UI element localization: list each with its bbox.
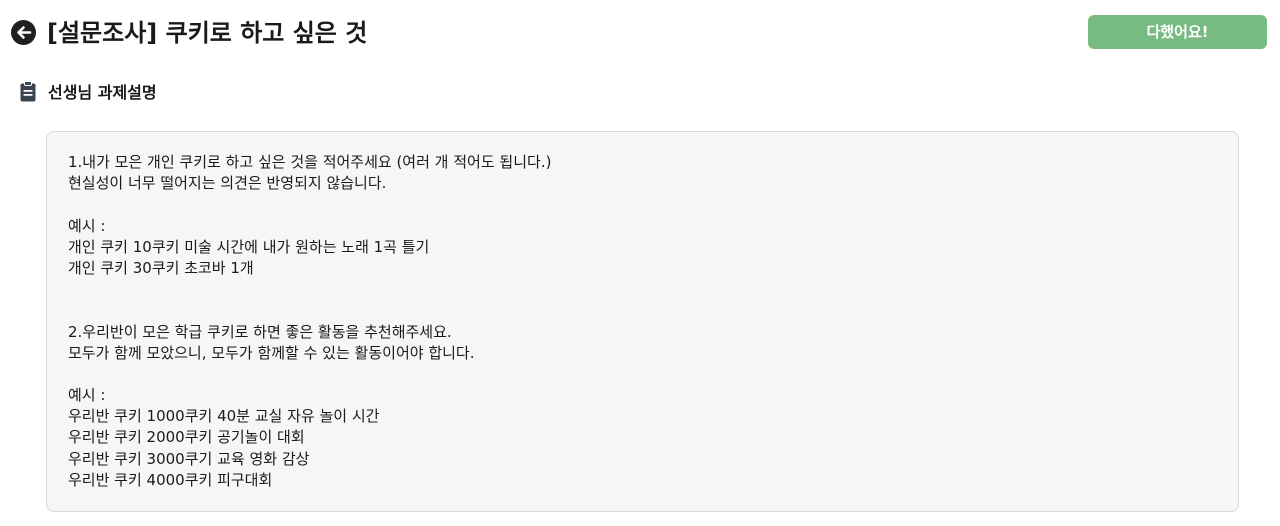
header-bar: [설문조사] 쿠키로 하고 싶은 것 다했어요! <box>0 0 1280 66</box>
description-line <box>68 279 1217 300</box>
arrow-left-circle-icon <box>17 26 32 39</box>
teacher-description-heading: 선생님 과제설명 <box>20 79 157 103</box>
back-button[interactable] <box>11 20 36 45</box>
description-line: 개인 쿠키 10쿠키 미술 시간에 내가 원하는 노래 1곡 틀기 <box>68 237 430 256</box>
done-button[interactable]: 다했어요! <box>1088 15 1267 49</box>
description-line: 우리반 쿠키 3000쿠기 교육 영화 감상 <box>68 449 310 468</box>
description-line: 예시 : <box>68 386 106 405</box>
description-line: 예시 : <box>68 216 106 235</box>
description-line: 개인 쿠키 30쿠키 초코바 1개 <box>68 258 254 277</box>
description-line: 우리반 쿠키 4000쿠키 피구대회 <box>68 470 273 489</box>
description-line: 모두가 함께 모았으니, 모두가 함께할 수 있는 활동이어야 합니다. <box>68 343 475 362</box>
description-line: 1.내가 모은 개인 쿠키로 하고 싶은 것을 적어주세요 (여러 개 적어도 … <box>68 153 552 171</box>
assignment-description-box: 1.내가 모은 개인 쿠키로 하고 싶은 것을 적어주세요 (여러 개 적어도 … <box>46 131 1239 512</box>
description-line: 우리반 쿠키 1000쿠키 40분 교실 자유 놀이 시간 <box>68 407 380 426</box>
description-line: 우리반 쿠키 2000쿠키 공기놀이 대회 <box>68 428 305 447</box>
description-line <box>68 194 1217 215</box>
page-title: [설문조사] 쿠키로 하고 싶은 것 <box>47 19 368 47</box>
clipboard-icon <box>20 80 36 101</box>
description-line <box>68 364 1217 385</box>
description-line: 2.우리반이 모은 학급 쿠키로 하면 좋은 활동을 추천해주세요. <box>68 322 452 341</box>
description-line: 현실성이 너무 떨어지는 의견은 반영되지 않습니다. <box>68 174 387 193</box>
section-label: 선생님 과제설명 <box>48 83 157 102</box>
description-line <box>68 300 1217 321</box>
